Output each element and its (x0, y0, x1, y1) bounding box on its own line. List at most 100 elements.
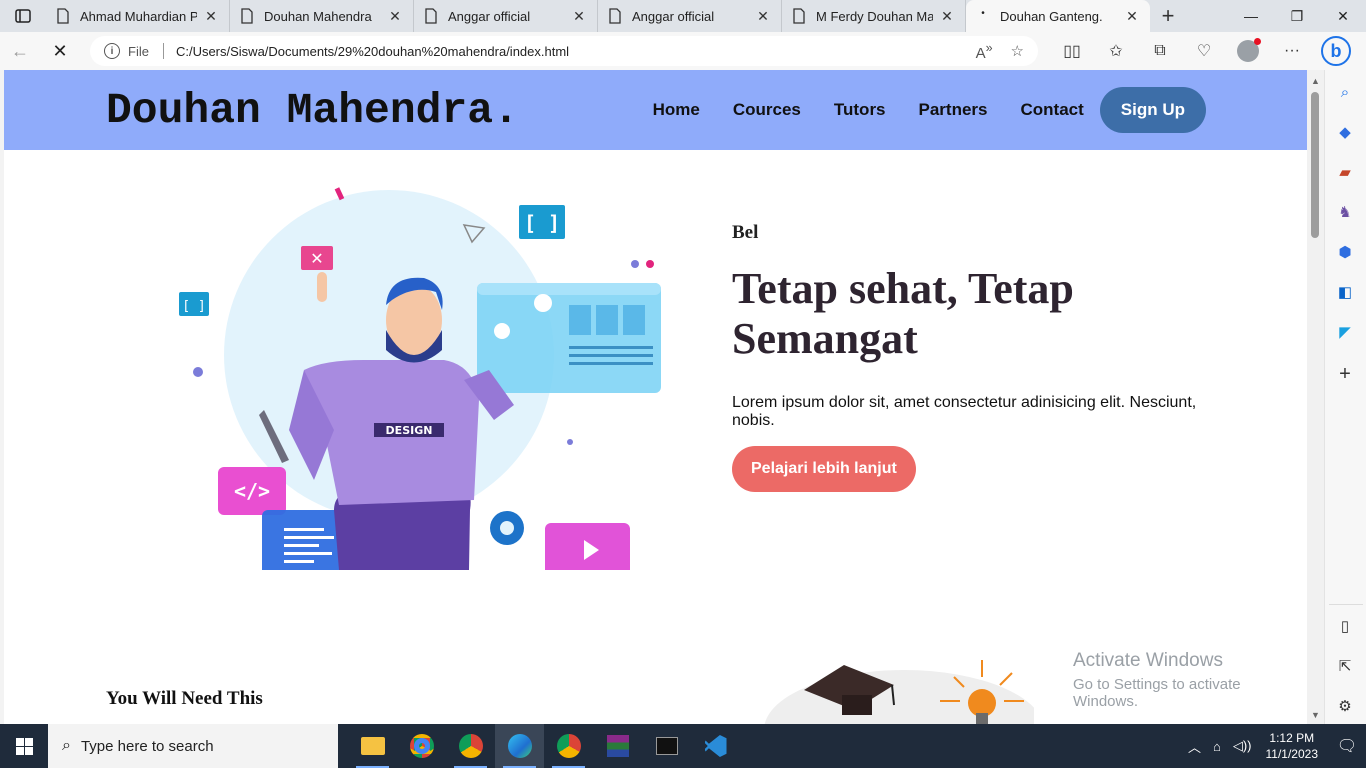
bing-copilot-button[interactable]: b (1314, 32, 1358, 70)
illustration-badge: DESIGN (386, 424, 433, 437)
browser-tab[interactable]: Anggar official ✕ (598, 0, 782, 32)
browser-tab-active[interactable]: • Douhan Ganteng. ✕ (966, 0, 1150, 32)
chrome-profile-app[interactable] (446, 724, 495, 768)
search-placeholder: Type here to search (80, 737, 214, 755)
stop-loading-button[interactable]: ✕ (40, 32, 80, 70)
scroll-thumb[interactable] (1311, 92, 1319, 238)
nav-link-contact[interactable]: Contact (1021, 100, 1084, 120)
avatar (1237, 38, 1261, 62)
site-logo[interactable]: Douhan Mahendra. (106, 86, 519, 135)
close-icon[interactable]: ✕ (939, 8, 955, 25)
page-scrollbar[interactable]: ▲ ▼ (1307, 70, 1324, 724)
bing-icon: b (1321, 36, 1351, 66)
chrome-user-app[interactable] (544, 724, 593, 768)
scheme-label: File (128, 43, 149, 59)
clock[interactable]: 1:12 PM 11/1/2023 (1266, 730, 1319, 762)
outlook-icon[interactable]: ◧ (1335, 282, 1355, 302)
collections-icon[interactable]: ⧉ (1138, 32, 1182, 70)
vscode-app[interactable] (691, 724, 740, 768)
external-link-icon[interactable]: ⇱ (1335, 656, 1355, 676)
windows-taskbar: ⌕ Type here to search ︿ ⌂ ◁)) 1:12 PM 11… (0, 724, 1366, 768)
drop-icon[interactable]: ◤ (1335, 322, 1355, 342)
chevron-up-icon[interactable]: ︿ (1188, 737, 1201, 756)
browser-tab[interactable]: M Ferdy Douhan Mah ✕ (782, 0, 966, 32)
edge-app[interactable] (495, 724, 544, 768)
more-menu-icon[interactable]: ··· (1270, 32, 1314, 70)
search-icon[interactable]: ⌕ (1335, 82, 1355, 102)
scroll-up-icon[interactable]: ▲ (1311, 76, 1320, 86)
chrome-icon (458, 734, 483, 758)
signup-button[interactable]: Sign Up (1099, 87, 1206, 133)
tab-actions-button[interactable] (0, 0, 46, 32)
browser-tab[interactable]: Ahmad Muhardian Per ✕ (46, 0, 230, 32)
favorite-star-icon[interactable]: ☆ (1011, 42, 1024, 60)
close-window-icon[interactable]: ✕ (1320, 0, 1366, 32)
close-icon[interactable]: ✕ (387, 8, 403, 25)
microsoft-365-icon[interactable]: ⬢ (1335, 242, 1355, 262)
page-icon (609, 8, 621, 24)
new-tab-button[interactable]: + (1150, 0, 1186, 32)
close-icon[interactable]: ✕ (1124, 8, 1140, 25)
browser-tab[interactable]: Douhan Mahendra ✕ (230, 0, 414, 32)
add-icon[interactable]: + (1335, 363, 1355, 385)
tools-icon[interactable]: ▰ (1335, 162, 1355, 182)
games-icon[interactable]: ♞ (1335, 202, 1355, 222)
chrome-app[interactable] (397, 724, 446, 768)
nav-link-tutors[interactable]: Tutors (834, 100, 886, 120)
sidebar-panel-icon[interactable]: ▯ (1335, 616, 1355, 636)
nav-link-partners[interactable]: Partners (919, 100, 988, 120)
toolbar-icons: ▯▯ ✩ ⧉ ♡ ··· b (1050, 32, 1358, 70)
notification-button[interactable]: 🗨 (1328, 724, 1366, 768)
browser-tab[interactable]: Anggar official ✕ (414, 0, 598, 32)
learn-more-button[interactable]: Pelajari lebih lanjut (732, 446, 916, 492)
browser-toolbar: ← ✕ i File C:/Users/Siswa/Documents/29%2… (0, 32, 1366, 70)
window-controls: — ❐ ✕ (1228, 0, 1366, 32)
tab-title: Douhan Ganteng. (1000, 8, 1103, 24)
activate-windows-watermark: Activate Windows Go to Settings to activ… (1073, 650, 1307, 710)
back-button[interactable]: ← (0, 32, 40, 70)
nav-link-home[interactable]: Home (653, 100, 700, 120)
svg-text:[ ]: [ ] (182, 299, 205, 314)
start-button[interactable] (0, 724, 48, 768)
url-text[interactable]: C:/Users/Siswa/Documents/29%20douhan%20m… (176, 44, 958, 59)
back-arrow-icon: ← (11, 40, 29, 61)
hero-eyebrow: Bel (732, 222, 759, 243)
favorites-icon[interactable]: ✩ (1094, 32, 1138, 70)
chrome-icon (409, 734, 434, 758)
page-viewport: Douhan Mahendra. Home Cources Tutors Par… (4, 70, 1307, 724)
terminal-app[interactable] (642, 724, 691, 768)
restore-icon[interactable]: ❐ (1274, 0, 1320, 32)
winrar-app[interactable] (593, 724, 642, 768)
close-icon: ✕ (52, 40, 68, 61)
loading-icon: • (981, 8, 985, 19)
minimize-icon[interactable]: — (1228, 0, 1274, 32)
volume-icon[interactable]: ◁)) (1233, 738, 1252, 754)
watermark-title: Activate Windows (1073, 650, 1223, 671)
close-icon[interactable]: ✕ (571, 8, 587, 25)
section-title: You Will Need This (106, 688, 263, 709)
vscode-icon (704, 735, 727, 757)
taskbar-search[interactable]: ⌕ Type here to search (48, 724, 338, 768)
page-icon (425, 8, 437, 24)
scroll-down-icon[interactable]: ▼ (1311, 710, 1320, 720)
nav-link-cources[interactable]: Cources (733, 100, 801, 120)
network-icon[interactable]: ⌂ (1213, 739, 1221, 754)
tab-title: Douhan Mahendra (264, 8, 372, 24)
close-icon[interactable]: ✕ (203, 8, 219, 25)
shopping-tag-icon[interactable]: ◆ (1335, 122, 1355, 142)
read-aloud-icon[interactable]: A» (976, 41, 993, 62)
tab-title: Ahmad Muhardian Per (80, 8, 197, 24)
divider (162, 43, 164, 59)
svg-text:</>: </> (234, 479, 270, 503)
split-screen-icon[interactable]: ▯▯ (1050, 32, 1094, 70)
file-explorer-app[interactable] (348, 724, 397, 768)
taskbar-apps (348, 724, 740, 768)
edge-sidebar: ⌕ ◆ ▰ ♞ ⬢ ◧ ◤ + ▯ ⇱ ⚙ (1324, 70, 1366, 724)
terminal-icon (655, 737, 678, 755)
close-icon[interactable]: ✕ (755, 8, 771, 25)
settings-gear-icon[interactable]: ⚙ (1335, 696, 1355, 716)
profile-button[interactable] (1226, 32, 1270, 70)
browser-essentials-icon[interactable]: ♡ (1182, 32, 1226, 70)
address-bar[interactable]: i File C:/Users/Siswa/Documents/29%20dou… (90, 36, 1038, 66)
info-icon[interactable]: i (104, 43, 120, 59)
